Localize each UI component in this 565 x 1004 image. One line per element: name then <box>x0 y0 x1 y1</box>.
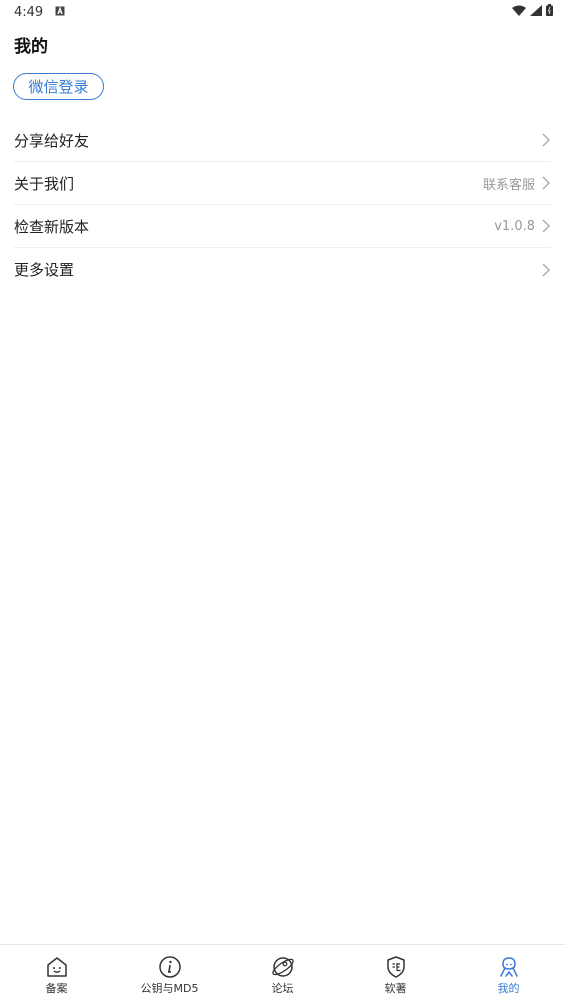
menu-list: 分享给好友 关于我们 联系客服 检查新版本 v1.0.8 更多设置 <box>14 119 551 291</box>
info-icon <box>158 956 181 978</box>
wechat-login-button[interactable]: 微信登录 <box>13 73 104 100</box>
nav-item-forum[interactable]: 论坛 <box>226 945 339 996</box>
notification-a-icon <box>55 5 65 20</box>
nav-item-filing[interactable]: 备案 <box>0 945 113 996</box>
nav-label: 公钥与MD5 <box>140 982 199 995</box>
house-face-icon <box>46 957 67 977</box>
nav-item-key-md5[interactable]: 公钥与MD5 <box>113 945 226 996</box>
menu-item-check-update[interactable]: 检查新版本 v1.0.8 <box>14 205 551 248</box>
nav-label: 我的 <box>497 982 520 995</box>
menu-item-label: 更多设置 <box>14 261 75 279</box>
nav-label: 软著 <box>384 982 407 995</box>
chevron-right-icon <box>542 176 550 190</box>
chevron-right-icon <box>542 133 550 147</box>
planet-icon <box>271 957 294 977</box>
menu-item-label: 检查新版本 <box>14 217 90 236</box>
menu-item-share[interactable]: 分享给好友 <box>14 119 551 162</box>
page-title: 我的 <box>14 37 48 57</box>
nav-label: 备案 <box>45 982 68 995</box>
nav-item-copyright[interactable]: 软著 <box>339 945 452 996</box>
menu-item-more-settings[interactable]: 更多设置 <box>14 248 551 291</box>
nav-label: 论坛 <box>271 982 294 995</box>
status-bar: 4:49 <box>0 0 565 24</box>
status-time: 4:49 <box>14 4 44 20</box>
battery-icon <box>546 4 553 20</box>
menu-item-about[interactable]: 关于我们 联系客服 <box>14 162 551 205</box>
menu-item-value: v1.0.8 <box>494 218 535 234</box>
signal-icon <box>530 4 542 20</box>
nav-item-mine[interactable]: 我的 <box>452 945 565 996</box>
menu-item-label: 分享给好友 <box>14 131 90 150</box>
chevron-right-icon <box>542 219 550 233</box>
menu-item-label: 关于我们 <box>14 174 75 193</box>
menu-item-value: 联系客服 <box>482 177 535 193</box>
certificate-shield-icon <box>386 956 405 978</box>
person-icon <box>499 957 518 977</box>
chevron-right-icon <box>542 263 550 276</box>
wifi-icon <box>512 5 526 20</box>
bottom-nav: 备案 公钥与MD5 论坛 软著 我的 <box>0 944 565 1004</box>
